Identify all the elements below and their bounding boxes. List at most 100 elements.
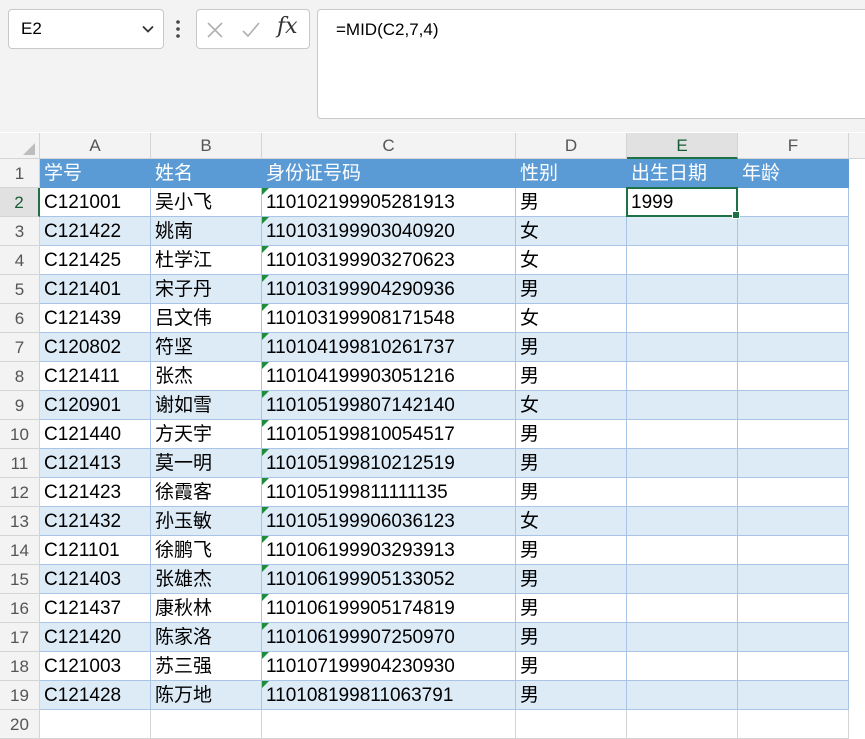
cell-id[interactable]: C121437 bbox=[40, 594, 151, 623]
cell-gender[interactable]: 女 bbox=[516, 304, 627, 333]
row-header[interactable]: 13 bbox=[0, 507, 40, 536]
cell-id[interactable]: C121411 bbox=[40, 362, 151, 391]
cell-name[interactable]: 吕文伟 bbox=[151, 304, 262, 333]
cell-id[interactable]: C121423 bbox=[40, 478, 151, 507]
cancel-icon[interactable] bbox=[205, 20, 225, 40]
cell-age[interactable] bbox=[738, 246, 849, 275]
row-header[interactable]: 12 bbox=[0, 478, 40, 507]
row-header[interactable]: 20 bbox=[0, 710, 40, 739]
header-cell-id[interactable]: 学号 bbox=[40, 159, 151, 188]
cell-birth[interactable] bbox=[627, 275, 738, 304]
cell-age[interactable] bbox=[738, 333, 849, 362]
cell-id[interactable]: C121413 bbox=[40, 449, 151, 478]
cell-age[interactable] bbox=[738, 507, 849, 536]
cell-id[interactable]: C121001 bbox=[40, 188, 151, 217]
cell-id[interactable]: C121403 bbox=[40, 565, 151, 594]
chevron-down-icon[interactable] bbox=[141, 22, 155, 36]
cell-idcard[interactable]: 110103199904290936 bbox=[262, 275, 516, 304]
cell-age[interactable] bbox=[738, 449, 849, 478]
cell-empty[interactable] bbox=[738, 710, 849, 739]
cell-age[interactable] bbox=[738, 362, 849, 391]
row-header[interactable]: 2 bbox=[0, 188, 40, 217]
cell-id[interactable]: C120802 bbox=[40, 333, 151, 362]
row-header[interactable]: 17 bbox=[0, 623, 40, 652]
row-header[interactable]: 19 bbox=[0, 681, 40, 710]
row-header[interactable]: 1 bbox=[0, 159, 40, 188]
confirm-check-icon[interactable] bbox=[241, 20, 261, 40]
cell-id[interactable]: C121420 bbox=[40, 623, 151, 652]
cell-id[interactable]: C121440 bbox=[40, 420, 151, 449]
cell-idcard[interactable]: 110104199810261737 bbox=[262, 333, 516, 362]
cell-birth[interactable] bbox=[627, 304, 738, 333]
cell-birth[interactable] bbox=[627, 478, 738, 507]
cell-id[interactable]: C121401 bbox=[40, 275, 151, 304]
cell-gender[interactable]: 女 bbox=[516, 391, 627, 420]
cell-age[interactable] bbox=[738, 536, 849, 565]
cell-age[interactable] bbox=[738, 478, 849, 507]
cell-birth[interactable] bbox=[627, 536, 738, 565]
row-header[interactable]: 11 bbox=[0, 449, 40, 478]
cell-empty[interactable] bbox=[262, 710, 516, 739]
cell-idcard[interactable]: 110102199905281913 bbox=[262, 188, 516, 217]
cell-empty[interactable] bbox=[151, 710, 262, 739]
cell-gender[interactable]: 男 bbox=[516, 536, 627, 565]
cell-name[interactable]: 吴小飞 bbox=[151, 188, 262, 217]
cell-age[interactable] bbox=[738, 217, 849, 246]
cell-birth[interactable]: 1999 bbox=[627, 188, 738, 217]
row-header[interactable]: 6 bbox=[0, 304, 40, 333]
cell-name[interactable]: 孙玉敏 bbox=[151, 507, 262, 536]
header-cell-gender[interactable]: 性别 bbox=[516, 159, 627, 188]
cell-name[interactable]: 陈家洛 bbox=[151, 623, 262, 652]
cell-birth[interactable] bbox=[627, 652, 738, 681]
cell-birth[interactable] bbox=[627, 565, 738, 594]
cell-empty[interactable] bbox=[627, 710, 738, 739]
cell-birth[interactable] bbox=[627, 594, 738, 623]
cell-gender[interactable]: 女 bbox=[516, 246, 627, 275]
cell-gender[interactable]: 女 bbox=[516, 217, 627, 246]
cell-id[interactable]: C121425 bbox=[40, 246, 151, 275]
cell-idcard[interactable]: 110108199811063791 bbox=[262, 681, 516, 710]
cell-age[interactable] bbox=[738, 188, 849, 217]
cell-age[interactable] bbox=[738, 594, 849, 623]
formula-input[interactable]: =MID(C2,7,4) bbox=[317, 9, 865, 119]
cell-id[interactable]: C121422 bbox=[40, 217, 151, 246]
cell-idcard[interactable]: 110105199810054517 bbox=[262, 420, 516, 449]
cell-birth[interactable] bbox=[627, 362, 738, 391]
cell-birth[interactable] bbox=[627, 246, 738, 275]
row-header[interactable]: 9 bbox=[0, 391, 40, 420]
cell-idcard[interactable]: 110106199903293913 bbox=[262, 536, 516, 565]
row-header[interactable]: 4 bbox=[0, 246, 40, 275]
header-cell-idcard[interactable]: 身份证号码 bbox=[262, 159, 516, 188]
cell-gender[interactable]: 男 bbox=[516, 478, 627, 507]
column-header-c[interactable]: C bbox=[262, 133, 516, 159]
cell-empty[interactable] bbox=[516, 710, 627, 739]
header-cell-name[interactable]: 姓名 bbox=[151, 159, 262, 188]
row-header[interactable]: 18 bbox=[0, 652, 40, 681]
row-header[interactable]: 3 bbox=[0, 217, 40, 246]
cell-idcard[interactable]: 110106199905174819 bbox=[262, 594, 516, 623]
cell-birth[interactable] bbox=[627, 420, 738, 449]
more-options-icon[interactable] bbox=[174, 17, 182, 41]
cell-gender[interactable]: 男 bbox=[516, 652, 627, 681]
cell-name[interactable]: 杜学江 bbox=[151, 246, 262, 275]
cell-gender[interactable]: 男 bbox=[516, 681, 627, 710]
cell-name[interactable]: 谢如雪 bbox=[151, 391, 262, 420]
insert-function-icon[interactable]: fx bbox=[277, 14, 298, 39]
cell-name[interactable]: 宋子丹 bbox=[151, 275, 262, 304]
cell-name[interactable]: 符坚 bbox=[151, 333, 262, 362]
cell-gender[interactable]: 男 bbox=[516, 449, 627, 478]
row-header[interactable]: 7 bbox=[0, 333, 40, 362]
cell-idcard[interactable]: 110105199811111135 bbox=[262, 478, 516, 507]
cell-age[interactable] bbox=[738, 304, 849, 333]
row-header[interactable]: 10 bbox=[0, 420, 40, 449]
cell-id[interactable]: C121003 bbox=[40, 652, 151, 681]
cell-age[interactable] bbox=[738, 681, 849, 710]
row-header[interactable]: 5 bbox=[0, 275, 40, 304]
cell-idcard[interactable]: 110103199908171548 bbox=[262, 304, 516, 333]
cell-gender[interactable]: 男 bbox=[516, 188, 627, 217]
cell-id[interactable]: C120901 bbox=[40, 391, 151, 420]
cell-idcard[interactable]: 110105199906036123 bbox=[262, 507, 516, 536]
cell-age[interactable] bbox=[738, 420, 849, 449]
cell-empty[interactable] bbox=[40, 710, 151, 739]
header-cell-birth[interactable]: 出生日期 bbox=[627, 159, 738, 188]
